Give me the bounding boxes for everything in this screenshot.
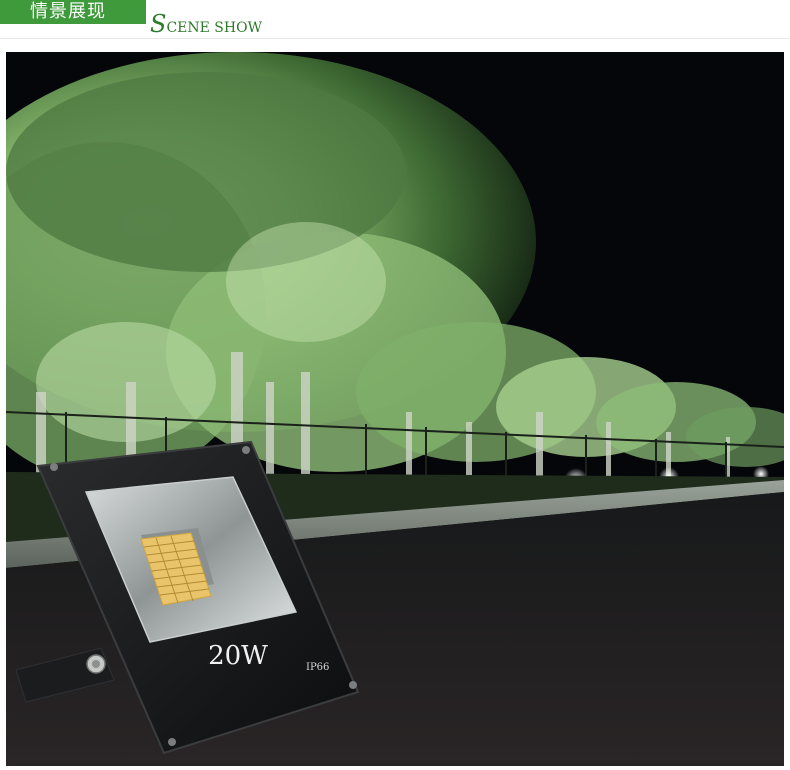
section-title-initial: S (150, 10, 167, 38)
wattage-label: 20W (208, 641, 268, 671)
section-header: 情景展现 SCENE SHOW (0, 0, 790, 40)
section-title-rest: CENE SHOW (166, 20, 262, 36)
scene-photo: 20W IP66 (6, 52, 784, 766)
hex-bolt-icon (86, 654, 106, 674)
section-title-chinese: 情景展现 (30, 1, 106, 22)
header-wedge (132, 0, 146, 24)
header-divider (0, 38, 790, 39)
section-title-english: SCENE SHOW (150, 10, 262, 38)
ip-rating-label: IP66 (306, 662, 329, 673)
scene-illustration: 20W IP66 (6, 52, 784, 766)
